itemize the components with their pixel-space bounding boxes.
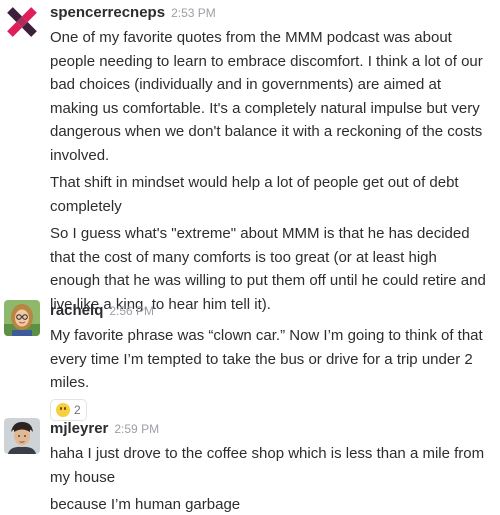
message-text: My favorite phrase was “clown car.” Now … — [50, 327, 483, 391]
slightly-smiling-face-icon — [56, 402, 70, 417]
man-photo-icon — [4, 418, 40, 454]
woman-photo-icon — [4, 300, 40, 336]
pinwheel-logo-avatar[interactable] — [4, 4, 40, 40]
author-name[interactable]: mjleyrer — [50, 420, 108, 437]
author-name[interactable]: rachelq — [50, 302, 103, 319]
message-text: because I’m human garbage — [50, 496, 241, 513]
message-text: One of my favorite quotes from the MMM p… — [50, 29, 483, 164]
message-timestamp[interactable]: 2:53 PM — [171, 6, 216, 20]
woman-with-glasses-photo-avatar[interactable] — [4, 300, 40, 336]
man-photo-avatar[interactable] — [4, 418, 40, 454]
pinwheel-icon — [4, 4, 40, 40]
message-text: haha I just drove to the coffee shop whi… — [50, 445, 485, 486]
author-name[interactable]: spencerrecneps — [50, 4, 165, 21]
reaction-count: 2 — [74, 402, 81, 417]
message-timestamp[interactable]: 2:56 PM — [109, 304, 154, 318]
message-timestamp[interactable]: 2:59 PM — [114, 422, 159, 436]
message-feed: spencerrecneps 2:53 PM One of my favorite… — [0, 0, 500, 515]
message-text: That shift in mindset would help a lot o… — [50, 174, 459, 215]
